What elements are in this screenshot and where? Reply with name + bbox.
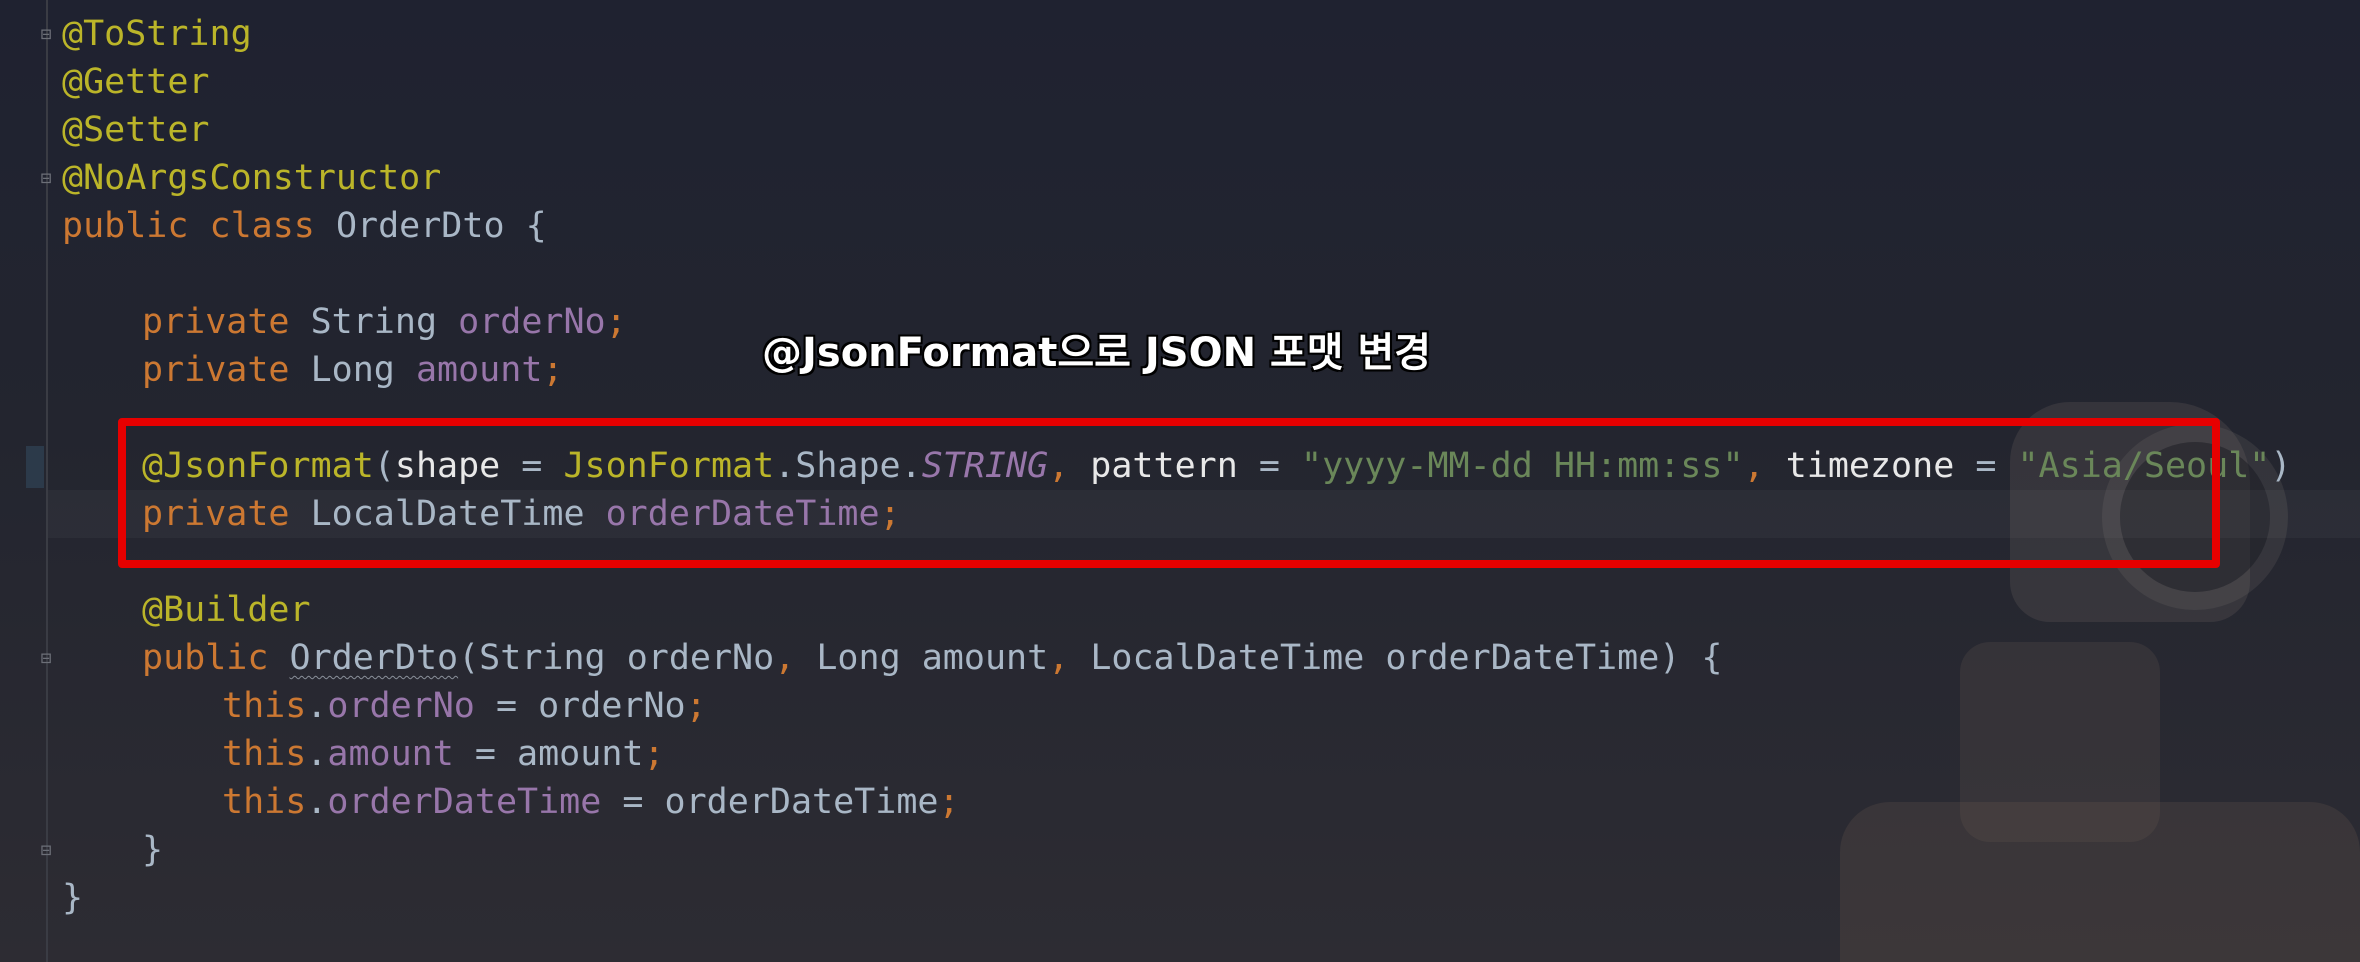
keyword-this: this bbox=[222, 734, 307, 774]
keyword-public: public bbox=[62, 206, 189, 246]
param-name: orderDateTime bbox=[1385, 638, 1660, 678]
keyword-private: private bbox=[142, 302, 290, 342]
keyword-private: private bbox=[142, 350, 290, 390]
param-name: orderDateTime bbox=[664, 782, 939, 822]
code-editor[interactable]: ⊟ ⊟ ⊟ ⊟ @ToString @Getter @Setter @NoArg… bbox=[0, 0, 2360, 962]
closing-brace: } bbox=[62, 878, 84, 918]
type-name: String bbox=[310, 302, 438, 342]
type-name: Long bbox=[310, 350, 395, 390]
callout-caption: @JsonFormat으로 JSON 포맷 변경 bbox=[762, 330, 1432, 376]
code-line: @ToString bbox=[62, 10, 2291, 58]
code-line: @NoArgsConstructor bbox=[62, 154, 2291, 202]
keyword-this: this bbox=[222, 686, 307, 726]
class-declaration: public class OrderDto { bbox=[62, 206, 547, 246]
type-name: Long bbox=[816, 638, 901, 678]
type-name: LocalDateTime bbox=[1090, 638, 1365, 678]
annotation-setter: @Setter bbox=[62, 110, 210, 150]
annotation-tostring: @ToString bbox=[62, 14, 252, 54]
constructor-declaration: public OrderDto(String orderNo, Long amo… bbox=[142, 638, 1723, 678]
field-name: orderNo bbox=[327, 686, 475, 726]
assignment-line: this.amount = amount; bbox=[222, 734, 665, 774]
vcs-change-marker[interactable] bbox=[26, 446, 44, 488]
param-name: orderNo bbox=[538, 686, 686, 726]
field-name: amount bbox=[327, 734, 454, 774]
keyword-class: class bbox=[209, 206, 315, 246]
code-line: @Setter bbox=[62, 106, 2291, 154]
assignment-line: this.orderDateTime = orderDateTime; bbox=[222, 782, 960, 822]
annotation-getter: @Getter bbox=[62, 62, 210, 102]
constructor-name: OrderDto bbox=[289, 638, 459, 678]
field-name: orderNo bbox=[458, 302, 606, 342]
keyword-this: this bbox=[222, 782, 307, 822]
field-name: amount bbox=[415, 350, 543, 390]
param-name: orderNo bbox=[626, 638, 775, 678]
closing-brace: } bbox=[142, 830, 164, 870]
code-line: @Getter bbox=[62, 58, 2291, 106]
highlight-box bbox=[118, 418, 2220, 568]
class-name: OrderDto bbox=[335, 206, 505, 246]
fold-icon[interactable]: ⊟ bbox=[37, 650, 55, 668]
annotation-builder: @Builder bbox=[142, 590, 311, 630]
annotation-noargs: @NoArgsConstructor bbox=[62, 158, 442, 198]
code-line: @Builder bbox=[62, 586, 2291, 634]
param-name: amount bbox=[921, 638, 1049, 678]
fold-icon[interactable]: ⊟ bbox=[37, 26, 55, 44]
fold-icon[interactable]: ⊟ bbox=[37, 842, 55, 860]
gutter-divider bbox=[46, 0, 48, 962]
param-name: amount bbox=[517, 734, 644, 774]
assignment-line: this.orderNo = orderNo; bbox=[222, 686, 707, 726]
keyword-public: public bbox=[142, 638, 269, 678]
fold-icon[interactable]: ⊟ bbox=[37, 170, 55, 188]
field-name: orderDateTime bbox=[327, 782, 602, 822]
type-name: String bbox=[479, 638, 606, 678]
